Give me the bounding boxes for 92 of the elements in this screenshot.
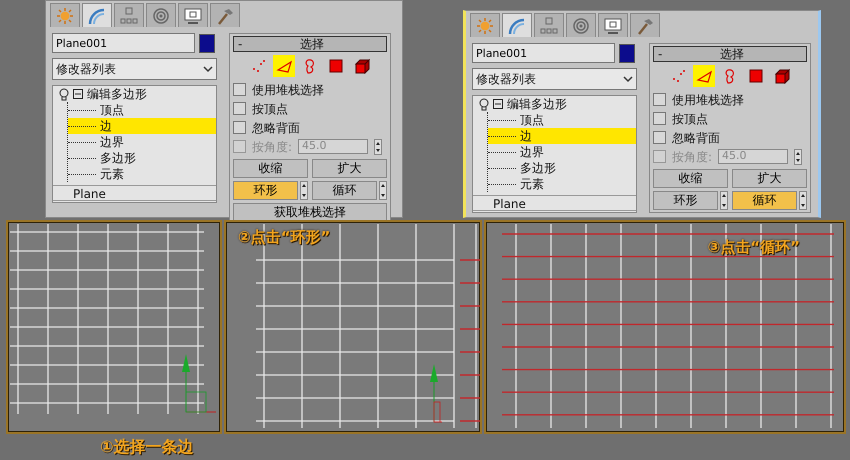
option-label: 使用堆栈选择: [252, 82, 324, 98]
stack-subitem[interactable]: 边: [68, 118, 216, 134]
lightbulb-icon: [59, 88, 69, 100]
sun-icon: [475, 16, 495, 34]
sun-icon: [55, 6, 75, 24]
rollout-title: 选择: [299, 36, 326, 53]
vertex-dots-icon: [670, 68, 686, 84]
cube-icon: [354, 58, 370, 74]
square-icon: [748, 68, 764, 84]
option-label: 按顶点: [252, 100, 288, 118]
spinner-arrows-icon: [794, 148, 802, 164]
arc-icon: [507, 16, 527, 34]
color-swatch[interactable]: [619, 44, 635, 62]
panel-tab[interactable]: [178, 3, 208, 27]
tool-button[interactable]: 收缩: [233, 159, 308, 178]
hammer-icon: [215, 6, 235, 24]
collapse-toggle[interactable]: -: [658, 45, 662, 63]
triangle-icon: [276, 58, 292, 74]
target-icon: [151, 6, 171, 24]
panel-tab[interactable]: [630, 13, 660, 37]
rollout-header[interactable]: - 选择: [653, 46, 807, 62]
stack-label: 编辑多边形: [507, 96, 567, 112]
square-icon: [328, 58, 344, 74]
step-caption: ①选择一条边: [100, 436, 194, 458]
lightbulb-icon: [479, 98, 489, 110]
stack-subitem[interactable]: 元素: [488, 176, 636, 192]
stack-subitem[interactable]: 多边形: [488, 160, 636, 176]
name-field[interactable]: Plane001: [52, 33, 195, 53]
tool-button[interactable]: 环形: [233, 181, 298, 200]
checkbox[interactable]: [653, 93, 666, 106]
panel-tab[interactable]: [82, 3, 112, 27]
arc-icon: [87, 6, 107, 24]
tool-button[interactable]: 扩大: [312, 159, 387, 178]
subobject-button[interactable]: [693, 65, 715, 87]
panel-tab[interactable]: [502, 13, 532, 37]
chevron-down-icon: [623, 75, 633, 83]
stack-subitem[interactable]: 顶点: [488, 112, 636, 128]
stack-label: 编辑多边形: [87, 86, 147, 102]
stack-subitem[interactable]: 边界: [68, 134, 216, 150]
spinner-arrows-icon: [374, 138, 382, 154]
spinner-arrows-icon[interactable]: [379, 181, 387, 200]
stack-item[interactable]: Plane: [473, 195, 636, 211]
collapse-icon[interactable]: [493, 99, 503, 109]
modifier-dropdown[interactable]: 修改器列表: [472, 68, 637, 90]
collapse-toggle[interactable]: -: [238, 35, 242, 53]
tool-button[interactable]: 扩大: [732, 169, 807, 188]
option-label: 按顶点: [672, 110, 708, 128]
tool-button[interactable]: 收缩: [653, 169, 728, 188]
subobject-button[interactable]: [273, 55, 295, 77]
checkbox[interactable]: [233, 121, 246, 134]
stack-subitem[interactable]: 顶点: [68, 102, 216, 118]
option-label: 按角度:: [252, 138, 292, 156]
checkbox[interactable]: [653, 112, 666, 125]
viewport[interactable]: [6, 220, 222, 434]
hammer-icon: [635, 16, 655, 34]
stack-item[interactable]: 编辑多边形: [473, 96, 636, 112]
option-label: 按角度:: [672, 148, 712, 166]
checkbox[interactable]: [233, 102, 246, 115]
stack-subitem[interactable]: 边: [488, 128, 636, 144]
checkbox[interactable]: [233, 83, 246, 96]
option-label: 忽略背面: [672, 130, 720, 146]
panel-tab[interactable]: [210, 3, 240, 27]
hierarchy-icon: [119, 6, 139, 24]
stack-item[interactable]: 编辑多边形: [53, 86, 216, 102]
option-label: 使用堆栈选择: [672, 92, 744, 108]
monitor-icon: [183, 6, 203, 24]
spinner-arrows-icon[interactable]: [720, 191, 728, 210]
option-label: 忽略背面: [252, 120, 300, 136]
tool-button[interactable]: 循环: [732, 191, 797, 210]
spinner-arrows-icon[interactable]: [799, 191, 807, 210]
vertex-dots-icon: [250, 58, 266, 74]
tool-button[interactable]: 循环: [312, 181, 377, 200]
collapse-icon[interactable]: [73, 89, 83, 99]
panel-tab[interactable]: [598, 13, 628, 37]
target-icon: [571, 16, 591, 34]
hierarchy-icon: [539, 16, 559, 34]
modifier-dropdown[interactable]: 修改器列表: [52, 58, 217, 80]
color-swatch[interactable]: [199, 34, 215, 52]
chevron-down-icon: [203, 65, 213, 73]
checkbox[interactable]: [653, 131, 666, 144]
rollout-title: 选择: [719, 46, 746, 63]
cube-icon: [774, 68, 790, 84]
stack-subitem[interactable]: 元素: [68, 166, 216, 182]
stack-item[interactable]: Plane: [53, 185, 216, 201]
stack-subitem[interactable]: 多边形: [68, 150, 216, 166]
stack-subitem[interactable]: 边界: [488, 144, 636, 160]
tool-button[interactable]: 环形: [653, 191, 718, 210]
rollout-header[interactable]: - 选择: [233, 36, 387, 52]
name-field[interactable]: Plane001: [472, 43, 615, 63]
triangle-icon: [696, 68, 712, 84]
spinner-arrows-icon[interactable]: [300, 181, 308, 200]
monitor-icon: [603, 16, 623, 34]
